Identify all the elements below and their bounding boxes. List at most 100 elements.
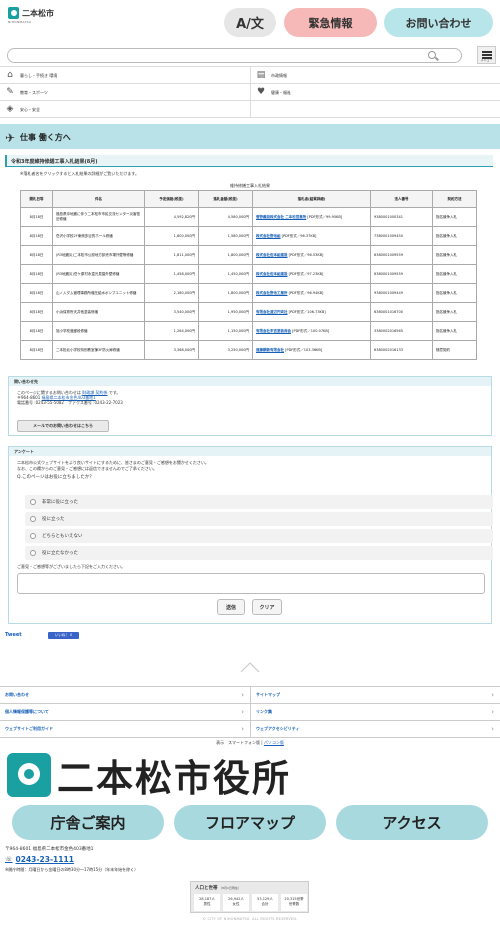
city-hall-icon: ▤ bbox=[256, 70, 266, 80]
radio-icon[interactable] bbox=[30, 550, 36, 556]
footer-link-privacy[interactable]: 個人情報保護等について bbox=[0, 704, 250, 721]
clear-button[interactable]: クリア bbox=[252, 599, 282, 615]
contact-button[interactable]: お問い合わせ bbox=[384, 8, 493, 37]
radio-icon[interactable] bbox=[30, 533, 36, 539]
city-hall-logo: 二本松市役所 bbox=[7, 753, 291, 800]
contract-method-cell: 随意契約 bbox=[432, 340, 477, 360]
submit-button[interactable]: 送信 bbox=[217, 599, 245, 615]
table-header: 法人番号 bbox=[370, 190, 433, 208]
winner-link[interactable]: 株式会社佐本組建設 bbox=[256, 253, 288, 257]
facebook-like-button[interactable]: いいね！ 0 bbox=[48, 632, 79, 639]
date-cell: 8月18日 bbox=[20, 340, 53, 360]
survey-option[interactable]: 役に立たなかった bbox=[25, 546, 493, 560]
winner-link[interactable]: 株式会社野池組 bbox=[256, 234, 281, 238]
table-header: 開札日等 bbox=[20, 190, 53, 208]
search-input[interactable] bbox=[7, 48, 462, 63]
radio-icon[interactable] bbox=[30, 499, 36, 505]
winner-cell: 株式会社野池工業所 [PDF形式／96.94KB] bbox=[252, 283, 371, 303]
date-cell: 8月18日 bbox=[20, 283, 53, 303]
pdf-info: [PDF形式／103.36KB] bbox=[285, 347, 323, 352]
table-row: 8月18日 (R3地震災)岳ケ原村永遠光見園外壁修繕 1,458,000円 1,450… bbox=[20, 264, 477, 284]
date-cell: 8月18日 bbox=[20, 264, 53, 284]
language-button[interactable]: A/文 bbox=[224, 8, 276, 37]
footer-link-accessibility[interactable]: ウェブアクセシビリティ bbox=[250, 721, 500, 738]
category-city-info[interactable]: ▤ 市政情報 bbox=[250, 67, 500, 84]
radio-icon[interactable] bbox=[30, 516, 36, 522]
winner-cell: 株式会社佐本組建設 [PDF形式／96.53KB] bbox=[252, 245, 371, 265]
mail-inquiry-button[interactable]: メールでのお問い合わせはこちら bbox=[17, 420, 109, 432]
population-label: 女性 bbox=[232, 902, 240, 906]
winner-link[interactable]: 有限会社末吉塗装商会 bbox=[256, 329, 291, 333]
option-label: 役に立たなかった bbox=[42, 551, 78, 556]
access-button[interactable]: アクセス bbox=[336, 805, 488, 840]
office-hours: ※開庁時間：月曜日から金曜日の8時30分～17時15分（年末年始を除く） bbox=[5, 867, 139, 872]
corporate-number-cell: 6380001009559 bbox=[370, 245, 433, 265]
planned-price-cell: 3,540,000円 bbox=[144, 302, 199, 322]
work-icon: ✈ bbox=[5, 131, 16, 145]
phone-number[interactable]: 0243-23-1111 bbox=[16, 855, 74, 864]
population-cell: 20,315世帯 世帯数 bbox=[281, 894, 307, 911]
corporate-number-cell: 9380001009449 bbox=[370, 283, 433, 303]
population-cell: 53,129人 合計 bbox=[252, 894, 278, 911]
date-cell: 8月18日 bbox=[20, 245, 53, 265]
table-header: 落札金額(税抜) bbox=[198, 190, 253, 208]
category-health[interactable]: ♥ 健康・福祉 bbox=[250, 84, 500, 101]
category-education[interactable]: ✎ 教育・スポーツ bbox=[0, 84, 250, 101]
pdf-info: [PDF形式／96.53KB] bbox=[288, 252, 324, 257]
category-label: 教育・スポーツ bbox=[20, 89, 48, 95]
city-emblem-icon bbox=[7, 753, 51, 797]
corporate-number-cell: 6380002016133 bbox=[370, 340, 433, 360]
planned-price-cell: 1,811,000円 bbox=[144, 245, 199, 265]
page-title: 令和3年度維持修繕工事入札結果(8月) bbox=[5, 155, 493, 167]
category-safety[interactable]: ◈ 安心・安全 bbox=[0, 101, 250, 118]
winner-link[interactable]: 菅野義設株式会社 二本松営業所 bbox=[256, 215, 306, 219]
population-heading: 人口と世帯 bbox=[195, 886, 218, 891]
survey-question: Q.このページはお役に立ちましたか？ bbox=[17, 475, 94, 480]
comment-label: ご意見・ご感想等がございましたら下記をご入力ください。 bbox=[17, 564, 125, 569]
table-header: 件名 bbox=[52, 190, 145, 208]
comment-textarea[interactable] bbox=[17, 573, 485, 594]
footer-link-links[interactable]: リンク集 bbox=[250, 704, 500, 721]
survey-option[interactable]: 非常に役に立った bbox=[25, 495, 493, 509]
winner-link[interactable]: 遠藤鋼鉄有限会社 bbox=[256, 348, 284, 352]
population-label: 合計 bbox=[261, 902, 269, 906]
inquiry-box: 問い合わせ先 このページに関するお問い合わせは 財政課 契約係 です。 〒964… bbox=[8, 376, 492, 436]
phone-icon: ☏ bbox=[5, 856, 13, 863]
survey-option[interactable]: 役に立った bbox=[25, 512, 493, 526]
footer-phone[interactable]: ☏ 0243-23-1111 bbox=[5, 855, 74, 864]
winner-link[interactable]: 有限会社渡辺円斉社 bbox=[256, 310, 288, 314]
population-cell: 26,942人 女性 bbox=[223, 894, 249, 911]
category-living[interactable]: ⌂ 暮らし・手続き 環境 bbox=[0, 67, 250, 84]
footer-link-sitemap[interactable]: サイトマップ bbox=[250, 687, 500, 704]
footer-address: 〒964-8601 福島県二本松市金色403番地1 bbox=[5, 847, 94, 852]
winner-link[interactable]: 株式会社野池工業所 bbox=[256, 291, 288, 295]
table-row: 8月18日 (R3地震災)二本松市公設地方卸売市場外壁等修繕 1,811,000円 1… bbox=[20, 245, 477, 265]
tweet-link[interactable]: Tweet bbox=[5, 632, 22, 638]
contract-method-cell: 指名競争入札 bbox=[432, 207, 477, 227]
population-cell: 28,187人 男性 bbox=[194, 894, 220, 911]
page-top-icon[interactable] bbox=[240, 661, 260, 673]
winning-bid-cell: 3,250,000円 bbox=[198, 340, 253, 360]
menu-button[interactable]: メニュー bbox=[477, 46, 496, 64]
survey-intro: 二本松市公式ウェブサイトをより良いサイトにするために、皆さまのご意見・ご感想をお… bbox=[9, 456, 491, 471]
footer-link-contact[interactable]: お問い合わせ bbox=[0, 687, 250, 704]
option-label: どちらともいえない bbox=[42, 534, 83, 539]
date-cell: 8月18日 bbox=[20, 321, 53, 341]
category-label: 健康・福祉 bbox=[271, 89, 291, 95]
inquiry-title: 問い合わせ先 bbox=[9, 377, 491, 386]
site-logo[interactable]: 二本松市 NIHONMATSU bbox=[8, 7, 54, 24]
table-caption: 維持修繕工事入札結果 bbox=[230, 183, 270, 188]
subject-cell: (R3地震災)二本松市公設地方卸売市場外壁等修繕 bbox=[52, 245, 145, 265]
search-icon[interactable] bbox=[428, 51, 436, 59]
section-title: 仕事 働く方へ bbox=[20, 133, 71, 142]
survey-option[interactable]: どちらともいえない bbox=[25, 529, 493, 543]
contract-method-cell: 指名競争入札 bbox=[432, 226, 477, 246]
building-guide-button[interactable]: 庁舎ご案内 bbox=[12, 805, 164, 840]
pc-view-link[interactable]: パソコン版 bbox=[264, 740, 284, 745]
pdf-info: [PDF形式／97.23KB] bbox=[288, 271, 324, 276]
footer-link-guide[interactable]: ウェブサイトご利用ガイド bbox=[0, 721, 250, 738]
emergency-info-button[interactable]: 緊急情報 bbox=[284, 8, 377, 37]
logo-subtext: NIHONMATSU bbox=[8, 20, 32, 24]
floor-map-button[interactable]: フロアマップ bbox=[174, 805, 326, 840]
winner-link[interactable]: 株式会社佐本組建設 bbox=[256, 272, 288, 276]
